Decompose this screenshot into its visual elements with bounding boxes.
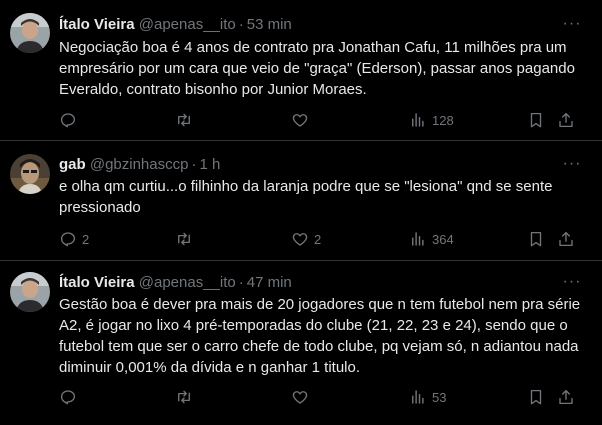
separator: · — [238, 16, 244, 33]
tweet-header: gab @gbzinhasccp · 1 h — [59, 156, 220, 174]
reply-button[interactable]: 2 — [59, 229, 89, 249]
view-count: 364 — [432, 231, 454, 247]
tweet-text: e olha qm curtiu...o filhinho da laranja… — [59, 178, 553, 216]
tweet-header: Ítalo Vieira @apenas__ito · 47 min — [59, 274, 292, 292]
author-handle[interactable]: @gbzinhasccp — [90, 156, 189, 173]
reply-icon — [60, 113, 76, 128]
retweet-icon — [178, 390, 190, 404]
tweet-text: Gestão boa é dever pra mais de 20 jogado… — [59, 296, 581, 376]
heart-icon — [292, 391, 308, 404]
share-icon — [559, 389, 573, 405]
more-dots-icon[interactable]: ··· — [562, 16, 582, 38]
timestamp[interactable]: 53 min — [247, 16, 292, 33]
share-button[interactable] — [557, 229, 575, 249]
views-chart-icon — [412, 113, 424, 127]
reply-button[interactable] — [59, 110, 82, 130]
share-button[interactable] — [557, 110, 575, 130]
action-bar: 53 — [59, 387, 584, 407]
views-chart-icon — [412, 232, 424, 246]
like-button[interactable] — [291, 110, 314, 130]
reply-button[interactable] — [59, 387, 82, 407]
author-name[interactable]: gab — [59, 156, 86, 173]
heart-icon — [292, 233, 308, 246]
more-dots-icon[interactable]: ··· — [562, 156, 582, 178]
share-icon — [559, 231, 573, 247]
avatar-photo — [10, 154, 50, 194]
retweet-button[interactable] — [175, 229, 198, 249]
bookmark-button[interactable] — [527, 110, 545, 130]
separator: · — [191, 156, 197, 173]
action-bar: 2 2 364 — [59, 229, 584, 249]
reply-count: 2 — [82, 231, 90, 247]
bookmark-button[interactable] — [527, 229, 545, 249]
author-handle[interactable]: @apenas__ito — [139, 274, 236, 291]
like-button[interactable]: 2 — [291, 229, 321, 249]
more-dots-icon[interactable]: ··· — [562, 274, 582, 296]
bookmark-button[interactable] — [527, 387, 545, 407]
bookmark-icon — [530, 389, 542, 405]
view-count: 128 — [432, 112, 454, 128]
retweet-button[interactable] — [175, 110, 198, 130]
reply-icon — [60, 390, 76, 405]
timestamp[interactable]: 47 min — [247, 274, 292, 291]
retweet-button[interactable] — [175, 387, 198, 407]
reply-icon — [60, 232, 76, 247]
retweet-icon — [178, 113, 190, 127]
views-button[interactable]: 53 — [409, 387, 446, 407]
avatar-photo — [10, 272, 50, 312]
bookmark-icon — [530, 231, 542, 247]
avatar[interactable] — [10, 272, 50, 312]
view-count: 53 — [432, 389, 447, 405]
tweet-header: Ítalo Vieira @apenas__ito · 53 min — [59, 16, 292, 34]
like-count: 2 — [314, 231, 322, 247]
author-name[interactable]: Ítalo Vieira — [59, 274, 135, 291]
tweet[interactable]: Ítalo Vieira @apenas__ito · 53 min ··· Neg… — [0, 0, 602, 141]
share-icon — [559, 112, 573, 128]
avatar[interactable] — [10, 154, 50, 194]
retweet-icon — [178, 232, 190, 246]
bookmark-icon — [530, 112, 542, 128]
tweet-text: Negociação boa é 4 anos de contrato pra … — [59, 39, 575, 98]
author-name[interactable]: Ítalo Vieira — [59, 16, 135, 33]
avatar[interactable] — [10, 13, 50, 53]
avatar-photo — [10, 13, 50, 53]
timestamp[interactable]: 1 h — [199, 156, 220, 173]
separator: · — [238, 274, 244, 291]
views-chart-icon — [412, 390, 424, 404]
like-button[interactable] — [291, 387, 314, 407]
action-bar: 128 — [59, 110, 584, 130]
tweet[interactable]: Ítalo Vieira @apenas__ito · 47 min ··· Ges… — [0, 261, 602, 425]
views-button[interactable]: 128 — [409, 110, 454, 130]
share-button[interactable] — [557, 387, 575, 407]
author-handle[interactable]: @apenas__ito — [139, 16, 236, 33]
tweet[interactable]: gab @gbzinhasccp · 1 h ··· e olha qm curti… — [0, 141, 602, 261]
heart-icon — [292, 114, 308, 127]
views-button[interactable]: 364 — [409, 229, 454, 249]
